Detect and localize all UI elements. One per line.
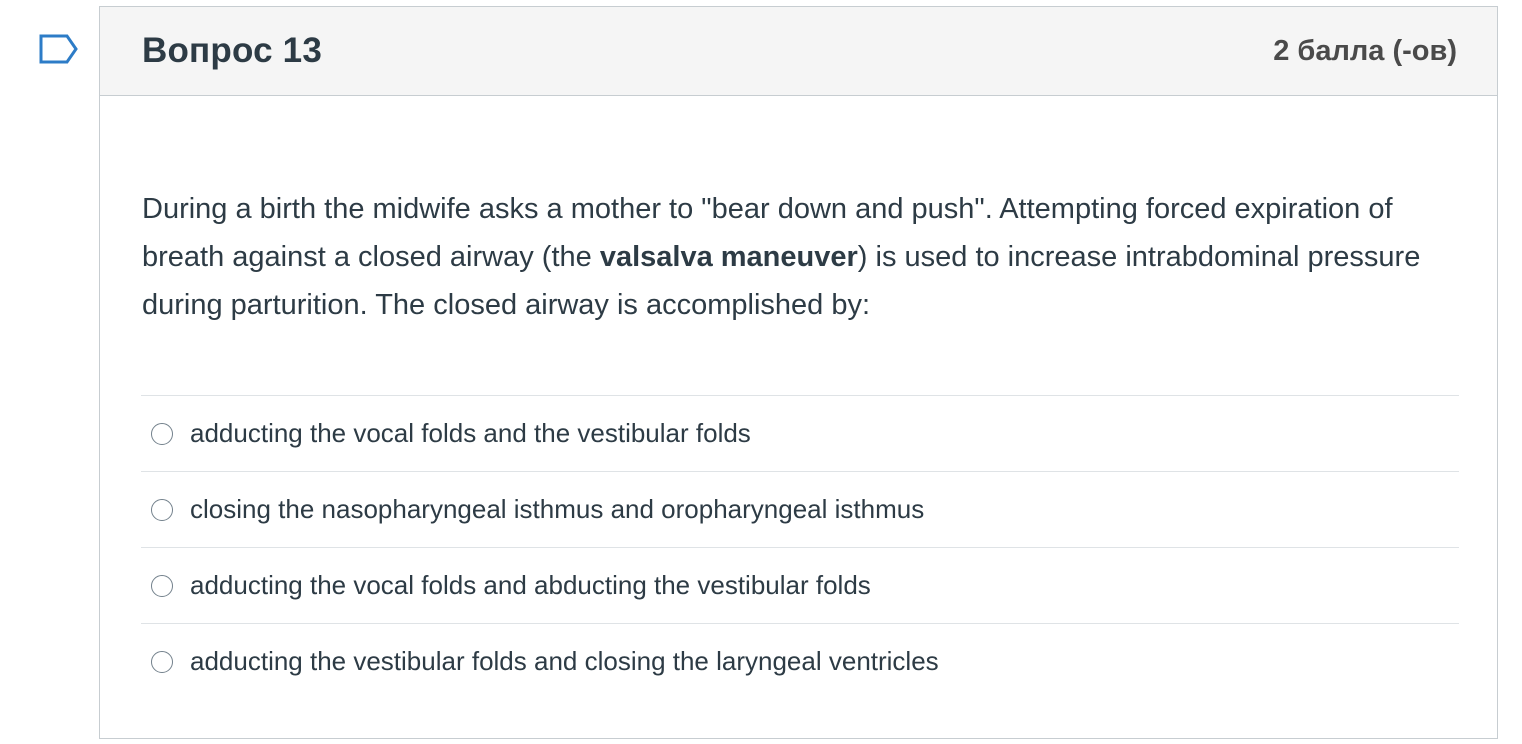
flag-question-icon[interactable] xyxy=(39,34,79,64)
question-text: During a birth the midwife asks a mother… xyxy=(142,185,1442,329)
question-points: 2 балла (-ов) xyxy=(1273,35,1457,67)
question-header: Вопрос 13 2 балла (-ов) xyxy=(100,7,1497,96)
radio-unchecked-icon[interactable] xyxy=(151,498,173,521)
answer-label: closing the nasopharyngeal isthmus and o… xyxy=(190,494,925,524)
question-title: Вопрос 13 xyxy=(142,31,323,70)
question-card: Вопрос 13 2 балла (-ов) During a birth t… xyxy=(99,6,1498,739)
answer-label: adducting the vestibular folds and closi… xyxy=(190,646,939,676)
answer-label: adducting the vocal folds and the vestib… xyxy=(190,418,751,448)
question-text-bold: valsalva maneuver xyxy=(599,241,858,273)
answer-label: adducting the vocal folds and abducting … xyxy=(190,570,871,600)
answer-list: adducting the vocal folds and the vestib… xyxy=(141,395,1459,699)
answer-option[interactable]: adducting the vocal folds and abducting … xyxy=(141,547,1459,623)
radio-unchecked-icon[interactable] xyxy=(151,422,173,445)
radio-unchecked-icon[interactable] xyxy=(151,650,173,673)
answer-option[interactable]: adducting the vestibular folds and closi… xyxy=(141,623,1459,699)
answer-option[interactable]: closing the nasopharyngeal isthmus and o… xyxy=(141,471,1459,547)
answer-option[interactable]: adducting the vocal folds and the vestib… xyxy=(141,395,1459,471)
radio-unchecked-icon[interactable] xyxy=(151,574,173,597)
